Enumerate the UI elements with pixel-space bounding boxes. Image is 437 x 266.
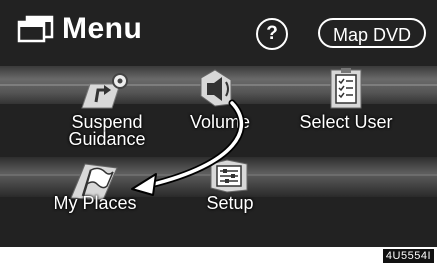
speaker-icon	[200, 69, 232, 107]
volume-button[interactable]: Volume	[180, 66, 260, 131]
caption-area	[0, 247, 437, 266]
figure-code: 4U5554I	[382, 249, 434, 263]
setup-label: Setup	[206, 193, 254, 213]
help-button[interactable]: ?	[256, 18, 288, 50]
select-user-label: Select User	[299, 112, 393, 132]
my-places-button[interactable]: My Places	[45, 158, 145, 218]
setup-button[interactable]: Setup	[195, 158, 265, 218]
clipboard-checklist-icon	[330, 68, 362, 109]
suspend-guidance-label-line2: Guidance	[68, 129, 146, 149]
navigation-menu-screen: Menu ? Map DVD Suspend Guidance Volume S…	[0, 0, 437, 247]
menu-windows-icon	[17, 15, 54, 43]
route-arrow-icon	[81, 73, 128, 109]
volume-label: Volume	[189, 112, 251, 132]
suspend-guidance-button[interactable]: Suspend Guidance	[62, 66, 152, 148]
my-places-label: My Places	[53, 193, 137, 213]
header-bar: Menu ? Map DVD	[0, 0, 437, 62]
map-dvd-button[interactable]: Map DVD	[318, 18, 426, 48]
settings-sliders-icon	[210, 159, 248, 193]
page-title: Menu	[62, 12, 143, 45]
select-user-button[interactable]: Select User	[296, 66, 396, 131]
